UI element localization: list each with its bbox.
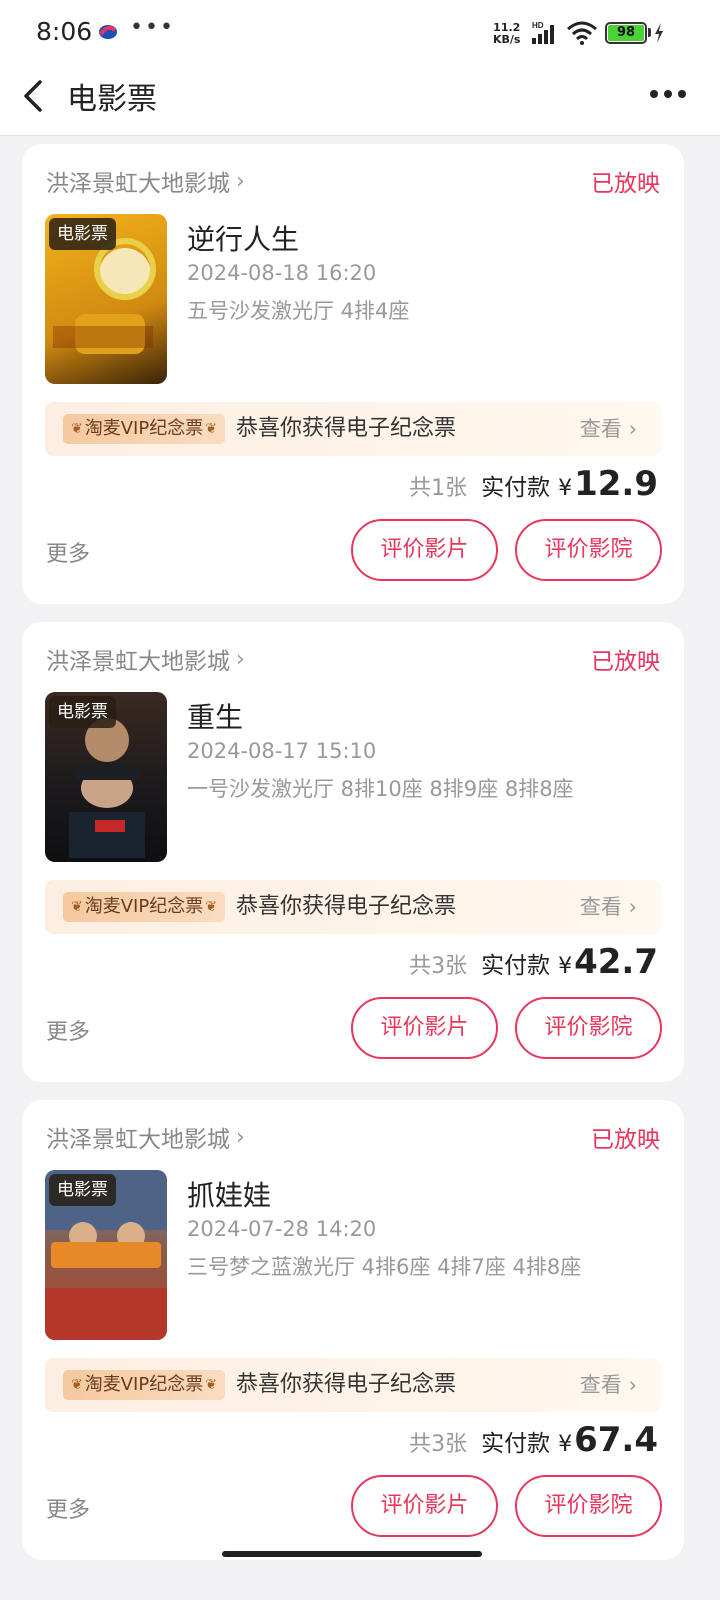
nav-bar: 电影票	[0, 66, 720, 136]
show-datetime: 2024-07-28 14:20	[187, 1217, 377, 1241]
rate-cinema-button[interactable]: 评价影院	[515, 997, 662, 1059]
vip-message: 恭喜你获得电子纪念票	[236, 416, 457, 441]
cell-signal-icon: HD	[532, 21, 554, 44]
paid-amount: 12.9	[574, 464, 658, 504]
cinema-name: 洪泽景虹大地影城	[46, 1127, 230, 1153]
ticket-count: 共3张	[409, 954, 468, 979]
cinema-link[interactable]: 洪泽景虹大地影城 ›	[46, 164, 245, 198]
hd-label: HD	[532, 21, 544, 30]
payment-row: 共1张 实付款 ¥ 12.9	[409, 464, 658, 504]
order-card: 洪泽景虹大地影城 › 已放映 电影票 抓娃娃 2024-07-28 14:20 …	[22, 1100, 684, 1560]
movie-poster[interactable]: 电影票	[45, 692, 167, 862]
wheat-right-icon: ❦	[205, 899, 217, 915]
chevron-right-icon: ›	[628, 417, 637, 441]
wifi-icon	[567, 21, 597, 45]
wheat-left-icon: ❦	[71, 1377, 83, 1393]
vip-badge: ❦ 淘麦VIP纪念票 ❦	[63, 1370, 225, 1400]
more-link[interactable]: 更多	[46, 1014, 90, 1046]
vip-view-link[interactable]: 查看 ›	[580, 892, 637, 922]
vip-souvenir-banner[interactable]: ❦ 淘麦VIP纪念票 ❦ 恭喜你获得电子纪念票 查看 ›	[45, 402, 661, 456]
payment-row: 共3张 实付款 ¥ 67.4	[409, 1420, 658, 1460]
ticket-count: 共1张	[409, 476, 468, 501]
order-status: 已放映	[591, 649, 660, 675]
movie-poster[interactable]: 电影票	[45, 1170, 167, 1340]
movie-title[interactable]: 重生	[187, 696, 243, 736]
vip-view-link[interactable]: 查看 ›	[580, 414, 637, 444]
chevron-right-icon: ›	[236, 646, 245, 672]
rate-cinema-button[interactable]: 评价影院	[515, 1475, 662, 1537]
movie-poster[interactable]: 电影票	[45, 214, 167, 384]
vip-view-link[interactable]: 查看 ›	[580, 1370, 637, 1400]
paid-label: 实付款	[481, 475, 551, 501]
chevron-right-icon: ›	[236, 168, 245, 194]
status-bar: 8:06 ••• 11.2 KB/s HD 98	[0, 0, 720, 66]
cinema-link[interactable]: 洪泽景虹大地影城 ›	[46, 642, 245, 676]
wheat-left-icon: ❦	[71, 421, 83, 437]
back-arrow-icon[interactable]	[16, 76, 52, 116]
vip-message: 恭喜你获得电子纪念票	[236, 894, 457, 919]
vip-badge-label: 淘麦VIP纪念票	[84, 418, 204, 439]
chevron-right-icon: ›	[236, 1124, 245, 1150]
chevron-right-icon: ›	[628, 895, 637, 919]
currency-symbol: ¥	[558, 1432, 573, 1457]
battery-icon: 98	[605, 22, 647, 44]
vip-badge-label: 淘麦VIP纪念票	[84, 1374, 204, 1395]
app-notification-icon	[99, 25, 117, 39]
rate-movie-button[interactable]: 评价影片	[351, 519, 498, 581]
paid-amount: 42.7	[574, 942, 658, 982]
cinema-link[interactable]: 洪泽景虹大地影城 ›	[46, 1120, 245, 1154]
seat-info: 一号沙发激光厅 8排10座 8排9座 8排8座	[187, 777, 574, 801]
poster-tag: 电影票	[49, 1174, 116, 1206]
vip-view-label: 查看	[579, 895, 622, 919]
wheat-right-icon: ❦	[205, 1377, 217, 1393]
paid-amount: 67.4	[574, 1420, 658, 1460]
wheat-right-icon: ❦	[205, 421, 217, 437]
cinema-name: 洪泽景虹大地影城	[46, 649, 230, 675]
poster-tag: 电影票	[49, 218, 116, 250]
vip-souvenir-banner[interactable]: ❦ 淘麦VIP纪念票 ❦ 恭喜你获得电子纪念票 查看 ›	[45, 1358, 661, 1412]
network-speed: 11.2 KB/s	[493, 22, 520, 46]
poster-tag: 电影票	[49, 696, 116, 728]
seat-info: 三号梦之蓝激光厅 4排6座 4排7座 4排8座	[187, 1255, 582, 1279]
seat-info: 五号沙发激光厅 4排4座	[187, 299, 410, 323]
paid-label: 实付款	[481, 1431, 551, 1457]
order-status: 已放映	[591, 1127, 660, 1153]
vip-badge: ❦ 淘麦VIP纪念票 ❦	[63, 892, 225, 922]
currency-symbol: ¥	[558, 476, 573, 501]
home-indicator[interactable]	[222, 1551, 482, 1557]
vip-view-label: 查看	[579, 1373, 622, 1397]
vip-souvenir-banner[interactable]: ❦ 淘麦VIP纪念票 ❦ 恭喜你获得电子纪念票 查看 ›	[45, 880, 661, 934]
wheat-left-icon: ❦	[71, 899, 83, 915]
status-more-dots: •••	[130, 15, 175, 40]
show-datetime: 2024-08-17 15:10	[187, 739, 377, 763]
battery-level: 98	[616, 25, 636, 40]
network-speed-unit: KB/s	[493, 33, 521, 46]
vip-message: 恭喜你获得电子纪念票	[236, 1372, 457, 1397]
chevron-right-icon: ›	[628, 1373, 637, 1397]
rate-movie-button[interactable]: 评价影片	[351, 997, 498, 1059]
order-card: 洪泽景虹大地影城 › 已放映 电影票 逆行人生 2024-08-18 16:20…	[22, 144, 684, 604]
payment-row: 共3张 实付款 ¥ 42.7	[409, 942, 658, 982]
page-title: 电影票	[67, 82, 157, 117]
vip-badge: ❦ 淘麦VIP纪念票 ❦	[63, 414, 225, 444]
order-card: 洪泽景虹大地影城 › 已放映 电影票 重生 2024-08-17 15:10 一…	[22, 622, 684, 1082]
paid-label: 实付款	[481, 953, 551, 979]
more-options-icon[interactable]	[648, 82, 688, 106]
order-status: 已放映	[591, 171, 660, 197]
movie-title[interactable]: 逆行人生	[187, 218, 299, 258]
vip-view-label: 查看	[579, 417, 622, 441]
movie-title[interactable]: 抓娃娃	[187, 1174, 271, 1214]
rate-movie-button[interactable]: 评价影片	[351, 1475, 498, 1537]
more-link[interactable]: 更多	[46, 536, 90, 568]
charging-bolt-icon	[655, 23, 663, 43]
currency-symbol: ¥	[558, 954, 573, 979]
rate-cinema-button[interactable]: 评价影院	[515, 519, 662, 581]
show-datetime: 2024-08-18 16:20	[187, 261, 377, 285]
ticket-count: 共3张	[409, 1432, 468, 1457]
more-link[interactable]: 更多	[46, 1492, 90, 1524]
cinema-name: 洪泽景虹大地影城	[46, 171, 230, 197]
vip-badge-label: 淘麦VIP纪念票	[84, 896, 204, 917]
battery-nub	[648, 28, 651, 37]
status-time: 8:06	[36, 17, 93, 46]
